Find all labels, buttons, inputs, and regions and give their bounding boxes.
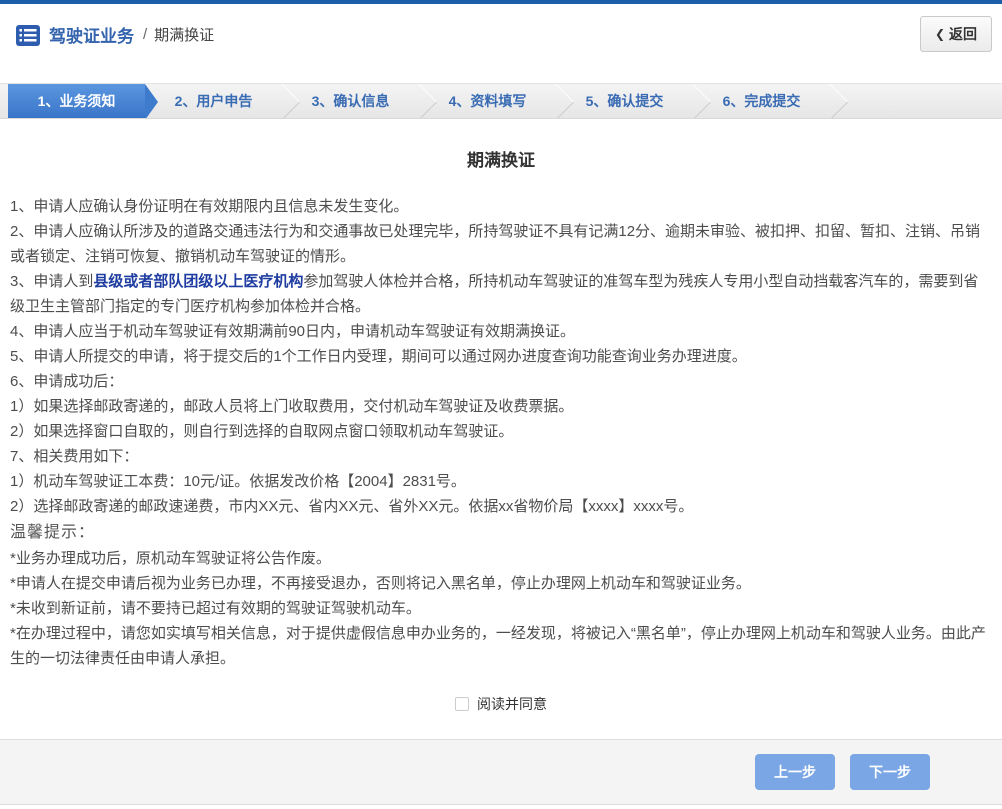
step-label: 3、确认信息: [311, 93, 390, 109]
warm-tip-3: *未收到新证前，请不要持已超过有效期的驾驶证驾驶机动车。: [10, 600, 421, 617]
warm-tip-4: *在办理过程中，请您如实填写相关信息，对于提供虚假信息申办业务的，一经发现，将被…: [10, 625, 986, 667]
list-icon: [16, 24, 40, 46]
warm-tip-2: *申请人在提交申请后视为业务已办理，不再接受退办，否则将记入黑名单，停止办理网上…: [10, 575, 751, 592]
notice-item-7-sub-2: 2）选择邮政寄递的邮政速递费，市内XX元、省内XX元、省外XX元。依据xx省物价…: [10, 498, 694, 515]
notice-item-1: 1、申请人应确认身份证明在有效期限内且信息未发生变化。: [10, 198, 409, 215]
breadcrumb-separator: /: [143, 25, 148, 43]
medical-institution-highlight: 县级或者部队团级以上医疗机构: [93, 273, 304, 290]
previous-step-button[interactable]: 上一步: [755, 754, 835, 790]
back-button-label: 返回: [949, 26, 977, 42]
step-label: 6、完成提交: [722, 93, 801, 109]
page-title-main: 驾驶证业务: [49, 26, 134, 46]
notice-item-6-sub-1: 1）如果选择邮政寄递的，邮政人员将上门收取费用，交付机动车驾驶证及收费票据。: [10, 398, 574, 415]
back-button[interactable]: ❮ 返回: [919, 16, 992, 52]
notice-item-7-sub-1: 1）机动车驾驶证工本费：10元/证。依据发改价格【2004】2831号。: [10, 473, 466, 490]
notice-item-3: 3、申请人到县级或者部队团级以上医疗机构参加驾驶人体检并合格，所持机动车驾驶证的…: [10, 269, 992, 319]
step-label: 1、业务须知: [37, 93, 116, 109]
step-tab-4-fill-materials[interactable]: 4、资料填写: [419, 84, 556, 118]
next-step-button[interactable]: 下一步: [850, 754, 930, 790]
notice-item-6-sub-2: 2）如果选择窗口自取的，则自行到选择的自取网点窗口领取机动车驾驶证。: [10, 423, 514, 440]
notice-item-7: 7、相关费用如下：: [10, 448, 139, 465]
agree-checkbox-label: 阅读并同意: [477, 696, 547, 712]
step-label: 4、资料填写: [448, 93, 527, 109]
warm-tip-1: *业务办理成功后，原机动车驾驶证将公告作废。: [10, 550, 331, 567]
notice-item-3-prefix: 3、申请人到: [10, 273, 94, 290]
breadcrumb-current: 期满换证: [154, 26, 215, 44]
step-tab-3-confirm-info[interactable]: 3、确认信息: [282, 84, 419, 118]
notice-text-block: 1、申请人应确认身份证明在有效期限内且信息未发生变化。 2、申请人应确认所涉及的…: [0, 194, 1002, 671]
footer-action-bar: 上一步 下一步: [0, 739, 1002, 805]
back-chevron-icon: ❮: [934, 27, 945, 41]
step-label: 2、用户申告: [174, 93, 253, 109]
agree-checkbox[interactable]: [455, 697, 469, 711]
content-title: 期满换证: [467, 151, 535, 170]
notice-item-6: 6、申请成功后：: [10, 373, 124, 390]
step-tab-1-business-notice[interactable]: 1、业务须知: [8, 84, 158, 118]
page-header: 驾驶证业务 / 期满换证 ❮ 返回: [0, 4, 1002, 64]
step-tab-2-user-declaration[interactable]: 2、用户申告: [145, 84, 282, 118]
step-label: 5、确认提交: [585, 93, 664, 109]
step-progress-bar: 1、业务须知 2、用户申告 3、确认信息 4、资料填写 5、确认提交 6、完成提…: [0, 83, 1002, 119]
step-tab-6-complete-submit[interactable]: 6、完成提交: [693, 84, 830, 118]
agreement-row: 阅读并同意: [0, 694, 1002, 714]
notice-item-2: 2、申请人应确认所涉及的道路交通违法行为和交通事故已处理完毕，所持驾驶证不具有记…: [10, 223, 981, 265]
step-tab-5-confirm-submit[interactable]: 5、确认提交: [556, 84, 693, 118]
warm-tips-title: 温馨提示：: [10, 524, 96, 541]
notice-item-4: 4、申请人应当于机动车驾驶证有效期满前90日内，申请机动车驾驶证有效期满换证。: [10, 323, 576, 340]
notice-item-5: 5、申请人所提交的申请，将于提交后的1个工作日内受理，期间可以通过网办进度查询功…: [10, 348, 747, 365]
